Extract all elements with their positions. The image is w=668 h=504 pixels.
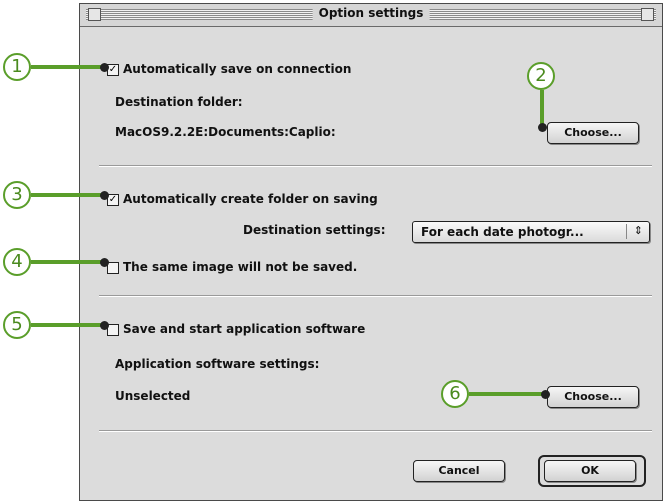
callout-2-dot [538,123,547,132]
popup-divider [626,224,627,239]
zoom-box-icon[interactable] [641,8,654,21]
app-settings-label: Application software settings: [115,357,320,371]
callout-3: 3 [3,181,31,209]
callout-5: 5 [3,311,31,339]
divider-1 [99,165,652,167]
callout-1-leader [31,65,103,69]
cancel-button[interactable]: Cancel [413,460,505,482]
auto-create-folder-label: Automatically create folder on saving [123,192,378,206]
choose-app-button[interactable]: Choose... [547,386,639,408]
choose-folder-button[interactable]: Choose... [547,122,639,144]
destination-folder-label: Destination folder: [115,95,243,109]
callout-4-leader [31,260,103,264]
callout-1: 1 [3,53,31,81]
app-value: Unselected [115,389,191,403]
divider-2 [99,295,652,297]
callout-6: 6 [441,380,469,408]
window-title: Option settings [312,6,430,20]
updown-arrows-icon: ⇕ [633,224,643,237]
callout-4: 4 [3,248,31,276]
ok-button[interactable]: OK [544,460,636,482]
callout-3-leader [31,193,103,197]
callout-1-dot [100,63,109,72]
save-start-label: Save and start application software [123,322,366,336]
same-image-label: The same image will not be saved. [123,260,358,274]
callout-5-dot [100,321,109,330]
callout-3-dot [100,191,109,200]
callout-6-leader [469,392,545,396]
divider-3 [99,430,652,432]
callout-5-leader [31,323,103,327]
auto-save-label: Automatically save on connection [123,62,352,76]
callout-2: 2 [527,62,555,90]
callout-6-dot [541,390,550,399]
close-box-icon[interactable] [88,8,101,21]
destination-settings-popup[interactable]: For each date photogr... ⇕ [412,221,650,243]
title-bar[interactable]: Option settings [80,4,662,27]
callout-4-dot [100,258,109,267]
option-settings-dialog: Option settings ✓ Automatically save on … [79,3,663,501]
callout-2-leader [540,90,544,124]
destination-settings-value: For each date photogr... [421,225,584,239]
destination-folder-path: MacOS9.2.2E:Documents:Caplio: [115,125,336,139]
destination-settings-label: Destination settings: [243,223,386,237]
